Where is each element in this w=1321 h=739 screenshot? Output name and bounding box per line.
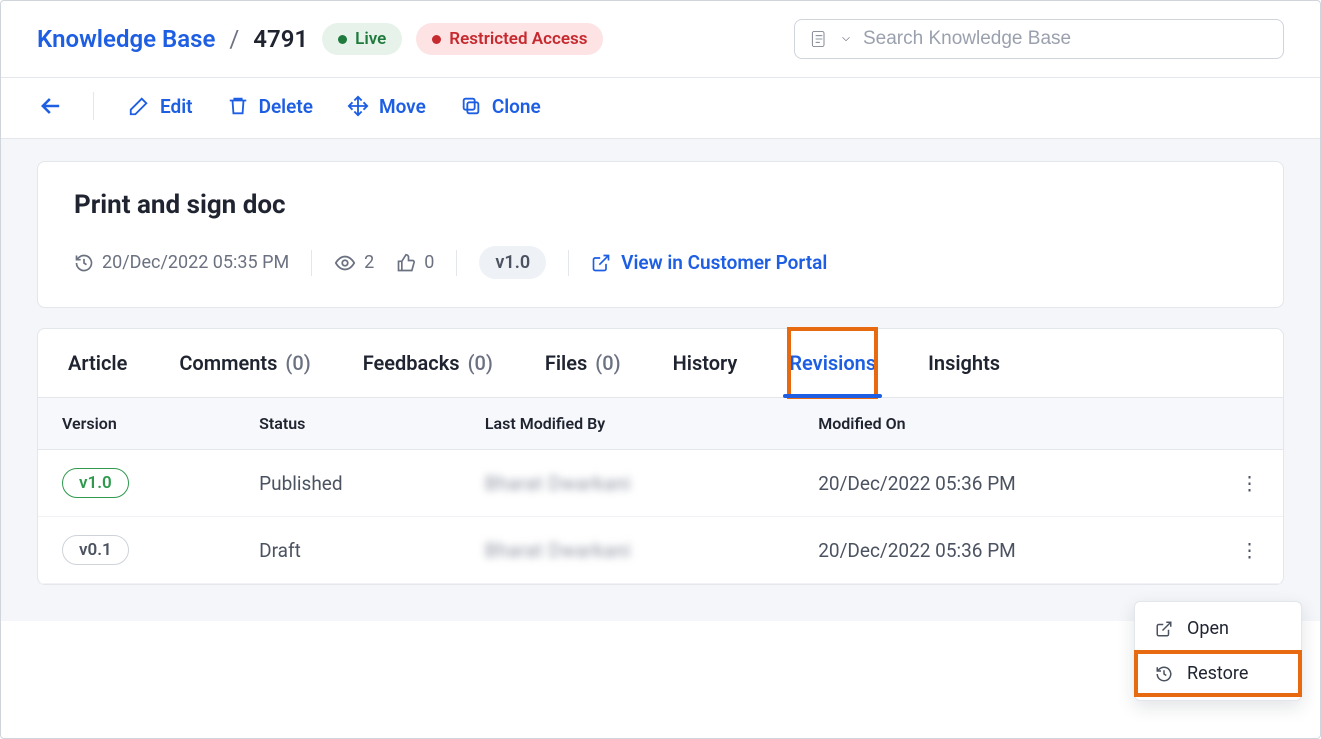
- edit-button[interactable]: Edit: [128, 95, 193, 118]
- row-modified-by: Bharat Dwarkani: [485, 472, 631, 495]
- breadcrumb-root-link[interactable]: Knowledge Base: [37, 25, 215, 53]
- likes-value: 0: [424, 252, 434, 273]
- tabs-row: Article Comments(0) Feedbacks(0) Files(0…: [38, 329, 1283, 398]
- col-modified-on: Modified On: [794, 398, 1216, 450]
- dot-icon: [432, 35, 441, 44]
- context-restore[interactable]: Restore: [1135, 651, 1301, 696]
- col-status: Status: [235, 398, 461, 450]
- views-count: 2: [334, 252, 374, 274]
- delete-label: Delete: [259, 95, 313, 118]
- search-input[interactable]: [863, 28, 1269, 50]
- breadcrumb-id: 4791: [253, 25, 308, 53]
- breadcrumb-separator: /: [229, 25, 239, 53]
- row-modified-on: 20/Dec/2022 05:36 PM: [794, 450, 1216, 517]
- article-meta-row: 20/Dec/2022 05:35 PM 2 0 v1.0: [74, 246, 1247, 279]
- likes-count: 0: [396, 252, 434, 273]
- context-open-label: Open: [1187, 618, 1229, 639]
- actions-toolbar: Edit Delete Move Clone: [1, 78, 1320, 139]
- breadcrumb: Knowledge Base / 4791: [37, 25, 308, 53]
- tab-history[interactable]: History: [673, 329, 738, 397]
- clone-button[interactable]: Clone: [460, 95, 541, 118]
- tabs-card: Article Comments(0) Feedbacks(0) Files(0…: [37, 328, 1284, 585]
- move-button[interactable]: Move: [347, 95, 426, 118]
- copy-icon: [460, 95, 482, 117]
- back-button[interactable]: [37, 92, 94, 120]
- row-menu-button[interactable]: ⋮: [1216, 450, 1283, 517]
- context-restore-label: Restore: [1187, 663, 1248, 684]
- col-modified-by: Last Modified By: [461, 398, 794, 450]
- table-row: v0.1 Draft Bharat Dwarkani 20/Dec/2022 05:3…: [38, 517, 1283, 584]
- version-pill: v0.1: [62, 535, 129, 565]
- meta-divider: [456, 250, 457, 276]
- trash-icon: [227, 95, 249, 117]
- tab-files[interactable]: Files(0): [545, 329, 621, 397]
- pencil-icon: [128, 95, 150, 117]
- row-status: Published: [235, 450, 461, 517]
- views-value: 2: [364, 252, 374, 273]
- search-box[interactable]: [794, 19, 1284, 59]
- tab-revisions[interactable]: Revisions: [789, 329, 876, 397]
- version-pill: v1.0: [62, 468, 129, 498]
- chevron-down-icon[interactable]: [839, 32, 853, 46]
- tab-feedbacks[interactable]: Feedbacks(0): [363, 329, 493, 397]
- delete-button[interactable]: Delete: [227, 95, 313, 118]
- row-modified-on: 20/Dec/2022 05:36 PM: [794, 517, 1216, 584]
- row-modified-by: Bharat Dwarkani: [485, 539, 631, 562]
- edit-label: Edit: [160, 95, 193, 118]
- status-badge-live: Live: [322, 23, 402, 55]
- row-menu-button[interactable]: ⋮: [1216, 517, 1283, 584]
- modified-time: 20/Dec/2022 05:35 PM: [74, 252, 289, 273]
- eye-icon: [334, 252, 356, 274]
- content-area: Print and sign doc 20/Dec/2022 05:35 PM …: [1, 139, 1320, 621]
- tab-article[interactable]: Article: [68, 329, 127, 397]
- history-icon: [74, 253, 94, 273]
- col-actions: [1216, 398, 1283, 450]
- status-live-label: Live: [355, 29, 386, 49]
- document-icon: [809, 29, 829, 49]
- current-version-pill: v1.0: [479, 246, 546, 279]
- meta-divider: [568, 250, 569, 276]
- status-restricted-label: Restricted Access: [449, 29, 587, 49]
- dot-icon: [338, 35, 347, 44]
- move-label: Move: [379, 95, 426, 118]
- context-open[interactable]: Open: [1135, 606, 1301, 651]
- move-icon: [347, 95, 369, 117]
- revisions-table: Version Status Last Modified By Modified…: [38, 398, 1283, 584]
- tab-insights[interactable]: Insights: [928, 329, 1000, 397]
- article-summary-card: Print and sign doc 20/Dec/2022 05:35 PM …: [37, 161, 1284, 308]
- row-status: Draft: [235, 517, 461, 584]
- arrow-left-icon: [37, 92, 65, 120]
- view-in-portal-link[interactable]: View in Customer Portal: [591, 251, 827, 274]
- external-link-icon: [1155, 620, 1173, 638]
- article-title: Print and sign doc: [74, 190, 1247, 220]
- table-row: v1.0 Published Bharat Dwarkani 20/Dec/2022 …: [38, 450, 1283, 517]
- portal-link-label: View in Customer Portal: [621, 251, 827, 274]
- col-version: Version: [38, 398, 235, 450]
- tab-comments[interactable]: Comments(0): [179, 329, 310, 397]
- meta-divider: [311, 250, 312, 276]
- thumbs-up-icon: [396, 253, 416, 273]
- history-icon: [1155, 665, 1173, 683]
- modified-time-value: 20/Dec/2022 05:35 PM: [102, 252, 289, 273]
- clone-label: Clone: [492, 95, 541, 118]
- status-badge-restricted: Restricted Access: [416, 23, 603, 55]
- external-link-icon: [591, 253, 611, 273]
- row-context-menu: Open Restore: [1134, 601, 1302, 701]
- top-header: Knowledge Base / 4791 Live Restricted Ac…: [1, 1, 1320, 78]
